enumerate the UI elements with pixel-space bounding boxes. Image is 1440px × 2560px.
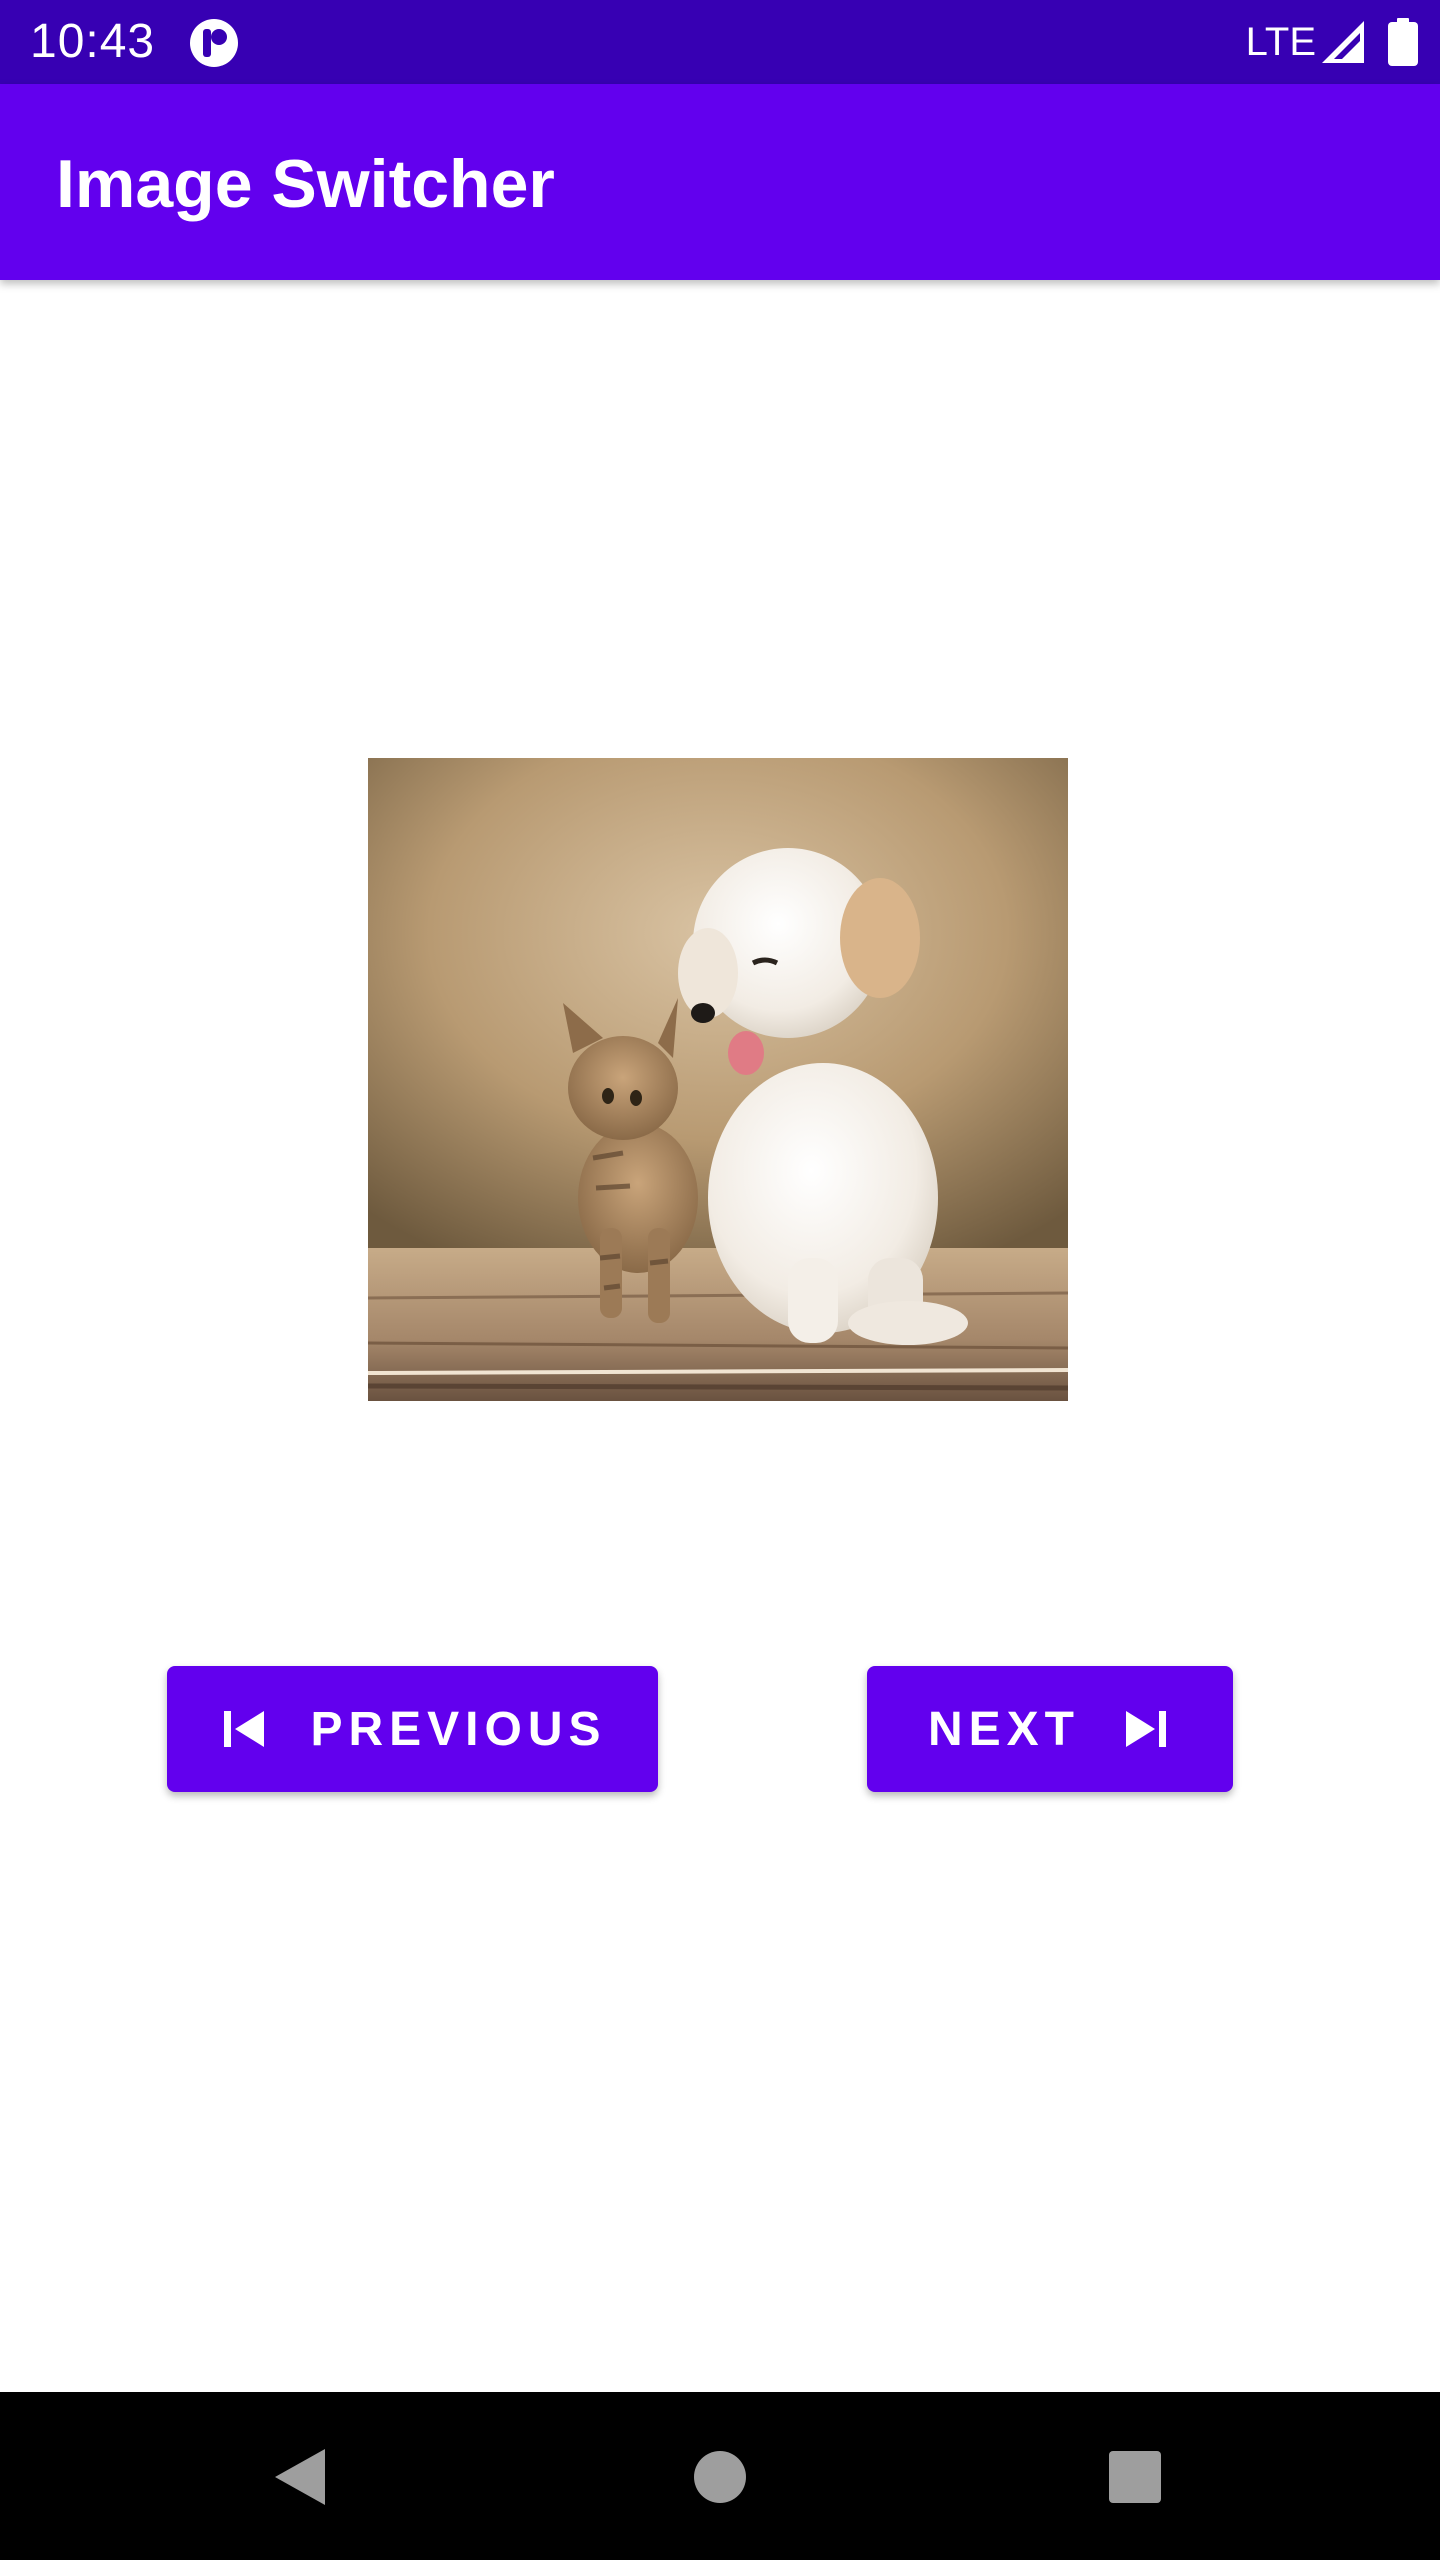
- navigation-bar: [0, 2392, 1440, 2560]
- home-icon: [694, 2451, 746, 2503]
- recents-button[interactable]: [1090, 2432, 1180, 2522]
- home-button[interactable]: [675, 2432, 765, 2522]
- puppy-kitten-photo: [368, 758, 1068, 1401]
- previous-button[interactable]: PREVIOUS: [167, 1666, 658, 1792]
- skip-next-icon: [1126, 1711, 1166, 1747]
- battery-icon: [1388, 18, 1418, 66]
- recents-icon: [1109, 2451, 1161, 2503]
- status-right-group: LTE: [1246, 14, 1418, 70]
- status-time: 10:43: [30, 15, 156, 68]
- app-bar: Image Switcher: [0, 84, 1440, 280]
- signal-icon: [1322, 21, 1364, 63]
- next-button[interactable]: NEXT: [867, 1666, 1233, 1792]
- back-icon: [275, 2449, 325, 2505]
- status-bar: 10:43 LTE: [0, 0, 1440, 84]
- page-title: Image Switcher: [56, 146, 555, 222]
- next-button-label: NEXT: [927, 1702, 1080, 1756]
- back-button[interactable]: [255, 2432, 345, 2522]
- skip-previous-icon: [224, 1711, 265, 1747]
- network-type-label: LTE: [1245, 20, 1316, 64]
- image-switcher-image: [368, 758, 1068, 1401]
- previous-button-label: PREVIOUS: [310, 1702, 607, 1756]
- app-notification-icon: [190, 19, 238, 67]
